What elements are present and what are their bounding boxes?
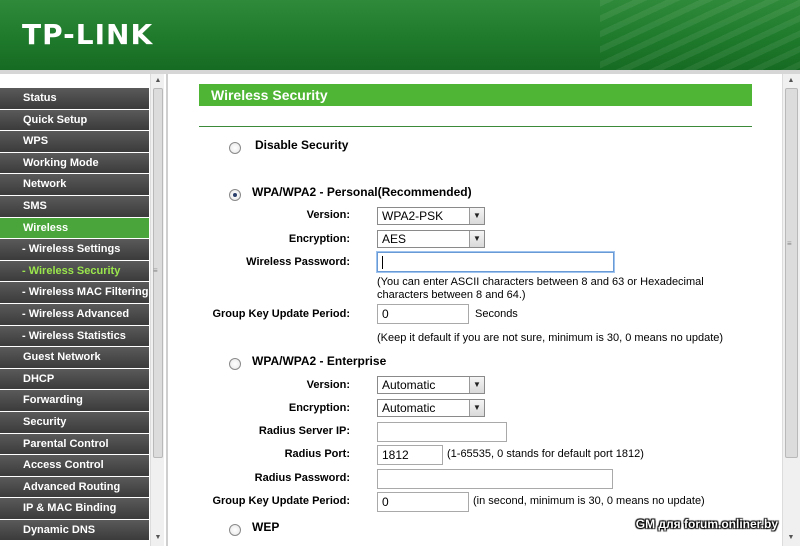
password-hint-line1: (You can enter ASCII characters between … — [377, 276, 704, 288]
encryption-select-value: AES — [382, 232, 407, 246]
sidebar-item-working-mode[interactable]: Working Mode — [0, 152, 149, 175]
enterprise-group-key-input[interactable]: 0 — [377, 492, 469, 512]
wpa-personal-radio[interactable] — [229, 189, 241, 201]
radius-password-label: Radius Password: — [254, 472, 350, 484]
version-select-value: WPA2-PSK — [382, 209, 444, 223]
grip-icon: ≡ — [153, 266, 158, 275]
radius-port-label: Radius Port: — [284, 448, 350, 460]
chevron-down-icon: ▼ — [469, 377, 484, 393]
wireless-password-input[interactable] — [377, 252, 614, 272]
sidebar-item-access-control[interactable]: Access Control — [0, 455, 149, 477]
chevron-down-icon: ▼ — [469, 208, 484, 224]
disable-security-label: Disable Security — [255, 138, 349, 152]
sidebar-item-guest-network[interactable]: Guest Network — [0, 347, 149, 369]
wpa-enterprise-radio[interactable] — [229, 358, 241, 370]
sidebar-item-dynamic-dns[interactable]: Dynamic DNS — [0, 519, 149, 542]
password-hint-line2: characters between 8 and 64.) — [377, 289, 526, 301]
main-scrollbar-thumb[interactable] — [785, 88, 798, 458]
sidebar-item-parental-control[interactable]: Parental Control — [0, 433, 149, 456]
radius-port-value: 1812 — [382, 448, 409, 462]
disable-security-radio[interactable] — [229, 142, 241, 154]
chevron-down-icon: ▼ — [469, 400, 484, 416]
wep-label: WEP — [252, 520, 280, 534]
group-key-update-hint: (Keep it default if you are not sure, mi… — [377, 332, 724, 344]
scroll-down-arrow-icon[interactable]: ▼ — [153, 532, 163, 544]
enterprise-group-key-value: 0 — [382, 495, 389, 509]
sidebar-item-wireless-statistics[interactable]: - Wireless Statistics — [0, 325, 149, 348]
sidebar-item-quick-setup[interactable]: Quick Setup — [0, 109, 149, 132]
sidebar-item-wireless-mac-filtering[interactable]: - Wireless MAC Filtering — [0, 282, 149, 304]
main-content: Wireless Security Disable Security WPA/W… — [168, 74, 782, 546]
sidebar-item-wireless-advanced[interactable]: - Wireless Advanced — [0, 303, 149, 326]
enterprise-version-value: Automatic — [382, 378, 436, 392]
enterprise-group-key-hint: (in second, minimum is 30, 0 means no up… — [473, 495, 705, 507]
sidebar-scrollbar[interactable]: ▲ ≡ ▼ — [150, 74, 164, 546]
enterprise-group-key-label: Group Key Update Period: — [212, 495, 350, 507]
radius-server-ip-label: Radius Server IP: — [258, 425, 350, 437]
sidebar-item-dhcp[interactable]: DHCP — [0, 368, 149, 391]
page-title: Wireless Security — [199, 84, 752, 106]
enterprise-encryption-select[interactable]: Automatic ▼ — [377, 399, 485, 417]
sidebar-item-advanced-routing[interactable]: Advanced Routing — [0, 476, 149, 499]
encryption-select[interactable]: AES ▼ — [377, 230, 485, 248]
enterprise-encryption-label: Encryption: — [288, 402, 350, 414]
version-select[interactable]: WPA2-PSK ▼ — [377, 207, 485, 225]
radius-password-input[interactable] — [377, 469, 613, 489]
radius-server-ip-input[interactable] — [377, 422, 507, 442]
group-key-update-input[interactable]: 0 — [377, 304, 469, 324]
scroll-up-arrow-icon[interactable]: ▲ — [153, 75, 163, 87]
sidebar-item-security[interactable]: Security — [0, 411, 149, 434]
wireless-password-label: Wireless Password: — [246, 256, 350, 268]
watermark: GM для forum.onliner.by — [635, 517, 778, 531]
header: TP-LINK — [0, 0, 800, 70]
wep-radio[interactable] — [229, 524, 241, 536]
wpa-personal-label: WPA/WPA2 - Personal(Recommended) — [252, 185, 472, 199]
header-decoration — [600, 0, 800, 70]
sidebar-item-wireless-settings[interactable]: - Wireless Settings — [0, 239, 149, 261]
radius-port-hint: (1-65535, 0 stands for default port 1812… — [447, 448, 644, 460]
sidebar-item-wireless[interactable]: Wireless — [0, 217, 149, 240]
tp-link-logo: TP-LINK — [22, 18, 154, 51]
text-cursor — [382, 256, 383, 270]
encryption-label: Encryption: — [288, 233, 350, 245]
chevron-down-icon: ▼ — [469, 231, 484, 247]
sidebar: Status Quick Setup WPS Working Mode Network S… — [0, 74, 166, 546]
sidebar-item-status[interactable]: Status — [0, 88, 149, 110]
enterprise-version-select[interactable]: Automatic ▼ — [377, 376, 485, 394]
scroll-up-arrow-icon[interactable]: ▲ — [786, 75, 796, 87]
title-divider — [199, 126, 752, 127]
sidebar-item-forwarding[interactable]: Forwarding — [0, 390, 149, 412]
radius-port-input[interactable]: 1812 — [377, 445, 443, 465]
sidebar-item-sms[interactable]: SMS — [0, 195, 149, 218]
group-key-update-label: Group Key Update Period: — [212, 308, 350, 320]
sidebar-menu: Status Quick Setup WPS Working Mode Network S… — [0, 88, 149, 542]
enterprise-encryption-value: Automatic — [382, 401, 436, 415]
grip-icon: ≡ — [787, 239, 792, 248]
sidebar-item-wireless-security[interactable]: - Wireless Security — [0, 260, 149, 283]
enterprise-version-label: Version: — [306, 379, 350, 391]
group-key-update-value: 0 — [382, 307, 389, 321]
sidebar-item-wps[interactable]: WPS — [0, 131, 149, 153]
sidebar-item-network[interactable]: Network — [0, 174, 149, 196]
main-scrollbar[interactable]: ▲ ≡ ▼ — [782, 74, 800, 546]
wpa-enterprise-label: WPA/WPA2 - Enterprise — [252, 354, 387, 368]
version-label: Version: — [306, 209, 350, 221]
sidebar-item-ip-mac-binding[interactable]: IP & MAC Binding — [0, 498, 149, 520]
seconds-unit: Seconds — [475, 308, 518, 320]
scroll-down-arrow-icon[interactable]: ▼ — [786, 532, 796, 544]
